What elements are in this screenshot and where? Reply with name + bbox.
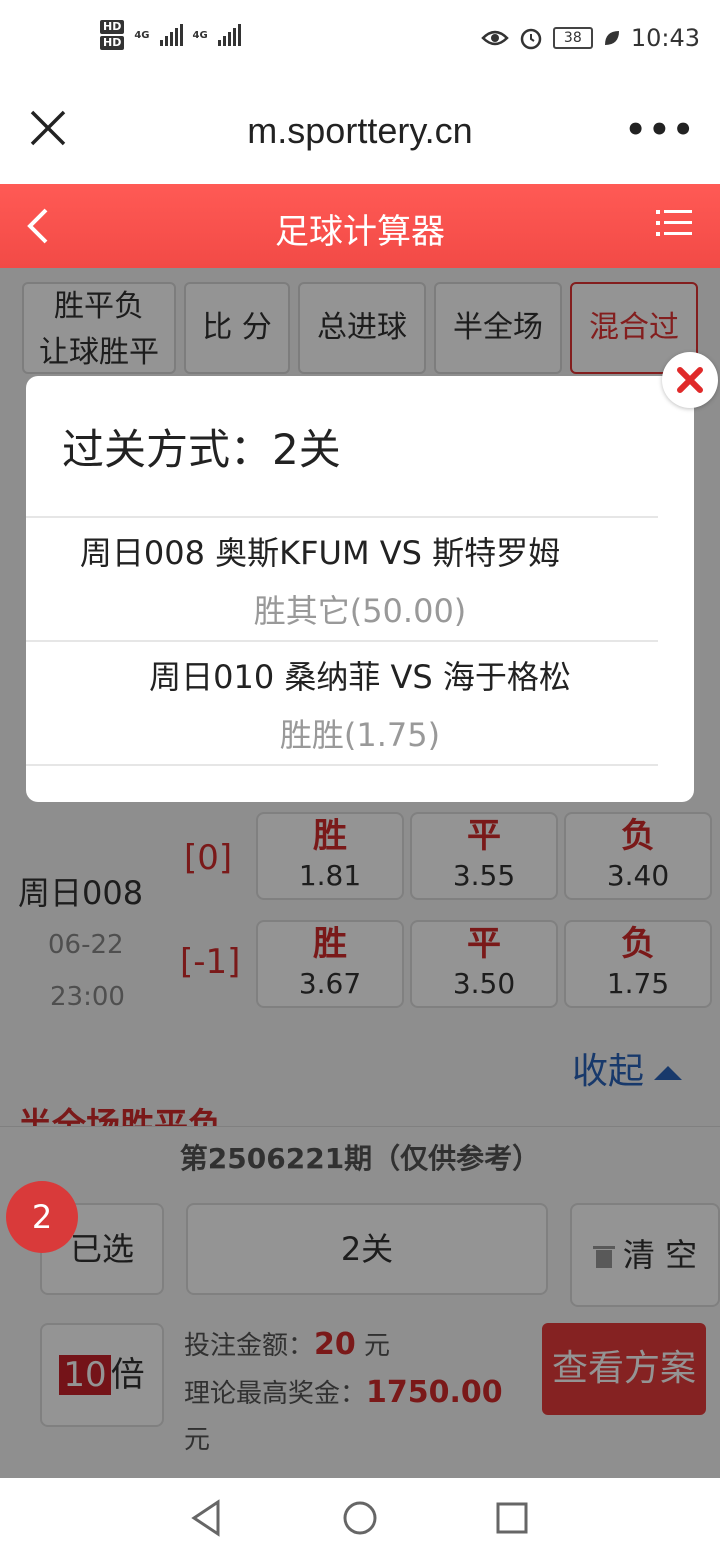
eye-icon [481,30,509,46]
recents-square-icon[interactable] [492,1498,532,1538]
leaf-icon [604,31,619,45]
browser-toolbar: m.sporttery.cn ••• [0,84,720,184]
pass-type-dialog: 过关方式：2关 周日008 奥斯KFUM VS 斯特罗姆 胜其它(50.00) … [26,376,694,802]
divider [26,640,658,642]
dialog-title: 过关方式：2关 [62,425,341,474]
network-type-label: 4G [192,29,208,41]
url-label: m.sporttery.cn [247,110,473,151]
selection-pick: 胜胜(1.75) [279,716,441,754]
hd-icon: HD [100,20,125,34]
status-left: HD HD 4G 4G [100,20,241,50]
more-options-icon[interactable]: ••• [625,110,696,150]
selection-pick: 胜其它(50.00) [253,592,467,630]
hd-icon: HD [100,36,125,50]
home-circle-icon[interactable] [340,1498,380,1538]
selected-count-badge: 2 [6,1181,78,1253]
app-header: 足球计算器 [0,184,720,268]
selection-match: 周日008 奥斯KFUM VS 斯特罗姆 [79,534,561,572]
network-type-label: 4G [134,29,150,41]
battery-icon: 38 [552,27,593,49]
selection-match: 周日010 桑纳菲 VS 海于格松 [149,658,571,696]
alarm-icon [520,28,542,50]
back-triangle-icon[interactable] [188,1498,228,1538]
status-bar: HD HD 4G 4G 38 10:43 [0,0,720,84]
close-icon [677,367,703,393]
divider [26,764,658,766]
dialog-close-button[interactable] [662,352,718,408]
menu-icon[interactable] [656,208,692,238]
page-title: 足球计算器 [275,212,445,252]
clock-time: 10:43 [630,24,700,52]
signal-icon [159,24,183,46]
status-right: 38 10:43 [481,24,700,52]
system-nav-bar [0,1478,720,1560]
hd-indicator: HD HD [100,20,125,50]
signal-icon [217,24,241,46]
divider [26,516,658,518]
